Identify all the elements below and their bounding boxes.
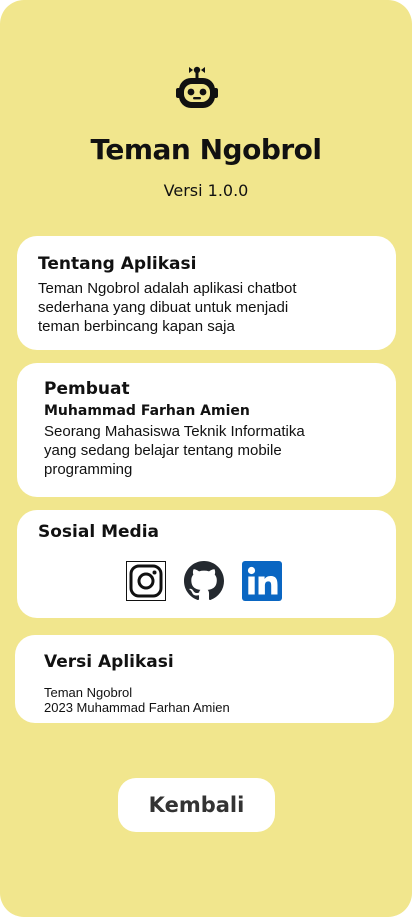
app-version-info: Teman Ngobrol 2023 Muhammad Farhan Amien bbox=[44, 685, 230, 715]
app-version-card: Versi Aplikasi Teman Ngobrol 2023 Muhamm… bbox=[15, 635, 394, 723]
about-screen: Teman Ngobrol Versi 1.0.0 Tentang Aplika… bbox=[0, 0, 412, 917]
creator-title: Pembuat bbox=[44, 379, 130, 399]
app-version-line: Teman Ngobrol bbox=[44, 685, 133, 700]
social-media-title: Sosial Media bbox=[38, 522, 160, 542]
app-title: Teman Ngobrol bbox=[90, 133, 322, 166]
robot-icon bbox=[176, 66, 218, 108]
social-icons-row bbox=[126, 561, 286, 603]
app-version-line: 2023 Muhammad Farhan Amien bbox=[44, 700, 230, 715]
about-description: Teman Ngobrol adalah aplikasi chatbot se… bbox=[38, 279, 297, 336]
about-line: Teman Ngobrol adalah aplikasi chatbot bbox=[38, 280, 297, 297]
about-line: sederhana yang dibuat untuk menjadi bbox=[38, 299, 289, 316]
linkedin-icon[interactable] bbox=[242, 561, 282, 601]
creator-line: programming bbox=[44, 461, 133, 478]
creator-line: Seorang Mahasiswa Teknik Informatika bbox=[44, 423, 305, 440]
creator-card: Pembuat Muhammad Farhan Amien Seorang Ma… bbox=[17, 363, 396, 497]
about-title: Tentang Aplikasi bbox=[38, 254, 197, 274]
app-version-title: Versi Aplikasi bbox=[44, 652, 174, 672]
back-button[interactable]: Kembali bbox=[118, 778, 275, 832]
creator-description: Seorang Mahasiswa Teknik Informatika yan… bbox=[44, 422, 305, 479]
creator-name: Muhammad Farhan Amien bbox=[44, 403, 250, 419]
creator-line: yang sedang belajar tentang mobile bbox=[44, 442, 282, 459]
about-card: Tentang Aplikasi Teman Ngobrol adalah ap… bbox=[17, 236, 396, 350]
app-version-subtitle: Versi 1.0.0 bbox=[163, 181, 249, 200]
github-icon[interactable] bbox=[184, 561, 224, 601]
about-line: teman berbincang kapan saja bbox=[38, 318, 235, 335]
instagram-icon[interactable] bbox=[126, 561, 166, 601]
